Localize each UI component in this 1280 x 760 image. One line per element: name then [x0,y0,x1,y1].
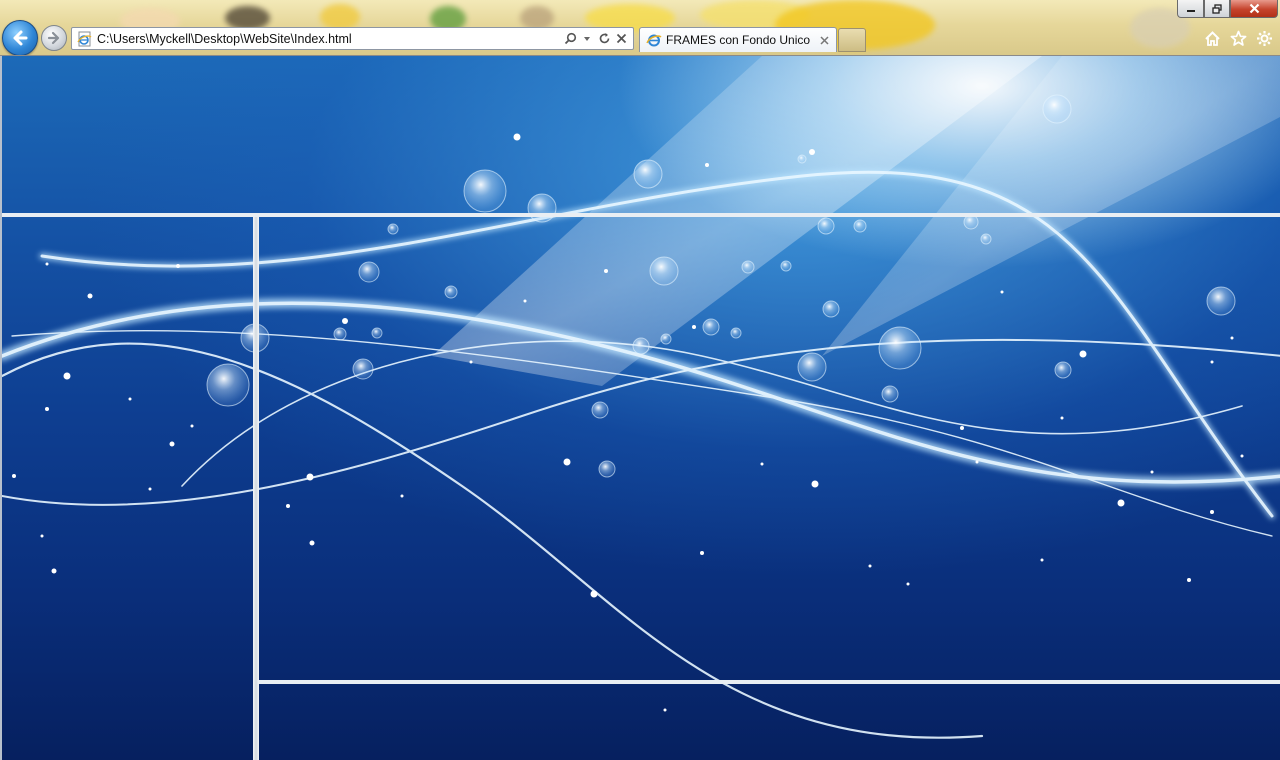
frame-border-horizontal-top[interactable] [2,213,1280,217]
ie-page-icon [645,31,663,49]
frame-content [259,217,1280,680]
frame-menu [2,217,253,760]
command-icons [1202,28,1274,48]
tab-title: FRAMES con Fondo Unico [666,33,811,47]
home-icon[interactable] [1202,28,1222,48]
chevron-down-icon[interactable] [579,31,595,47]
minimize-button[interactable] [1177,0,1204,18]
tab-frames[interactable]: FRAMES con Fondo Unico [639,27,837,52]
browser-toolbar: C:\Users\Myckell\Desktop\WebSite\Index.h… [0,0,1280,56]
new-tab-button[interactable] [838,28,866,52]
back-button[interactable] [2,20,38,55]
restore-button[interactable] [1204,0,1230,18]
frame-border-vertical[interactable] [253,217,259,760]
address-text[interactable]: C:\Users\Myckell\Desktop\WebSite\Index.h… [97,32,562,46]
minimize-icon [1186,9,1195,12]
close-button[interactable] [1230,0,1278,18]
page-viewport [0,56,1280,760]
frame-border-horizontal-bottom[interactable] [259,680,1280,684]
frame-footer [259,684,1280,760]
ie-page-icon [75,29,95,49]
refresh-icon[interactable] [596,31,612,47]
address-bar[interactable]: C:\Users\Myckell\Desktop\WebSite\Index.h… [71,27,634,50]
frame-header [2,56,1280,213]
browser-window: C:\Users\Myckell\Desktop\WebSite\Index.h… [0,0,1280,760]
window-controls [1177,0,1278,18]
search-icon[interactable] [562,31,578,47]
restore-icon [1212,3,1222,14]
forward-arrow-icon [47,31,60,45]
stop-icon[interactable] [613,31,629,47]
forward-button[interactable] [41,25,67,51]
star-icon[interactable] [1228,28,1248,48]
back-arrow-icon [13,30,28,46]
close-icon[interactable] [817,33,831,47]
gear-icon[interactable] [1254,28,1274,48]
close-icon [1249,3,1259,14]
